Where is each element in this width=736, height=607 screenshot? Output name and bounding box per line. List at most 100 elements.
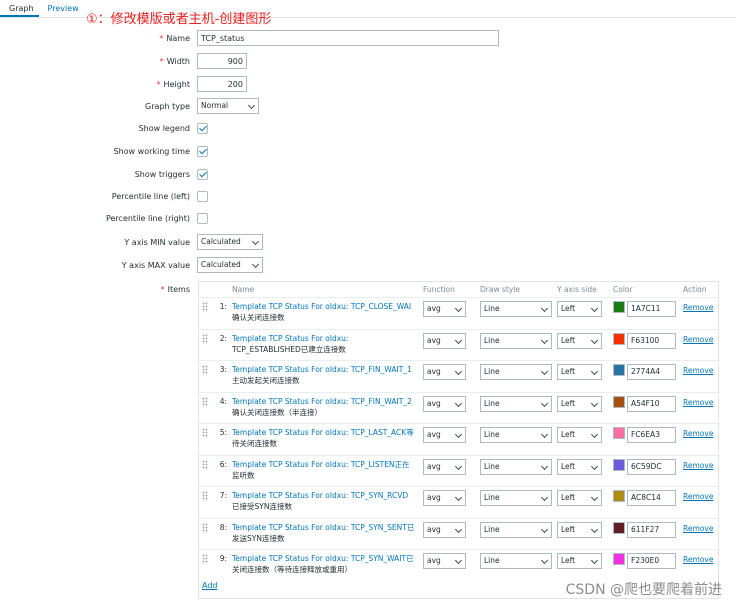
remove-link[interactable]: Remove: [683, 429, 713, 438]
graph-type-select[interactable]: Normal: [197, 98, 259, 114]
remove-link[interactable]: Remove: [683, 555, 713, 564]
draw-style-select[interactable]: Line: [480, 490, 552, 506]
draw-style-select[interactable]: Line: [480, 301, 552, 317]
color-input[interactable]: FC6EA3: [627, 427, 676, 443]
function-select[interactable]: avg: [423, 395, 466, 412]
color-swatch[interactable]: [613, 301, 625, 313]
height-row: * Height: [0, 76, 736, 94]
table-row: 4: Template TCP Status For oldxu: TCP_FIN…: [199, 391, 718, 423]
show-triggers-checkbox[interactable]: [197, 169, 208, 180]
col-name-header: Name: [232, 285, 255, 294]
row-index: 3:: [219, 365, 227, 374]
remove-link[interactable]: Remove: [683, 492, 713, 501]
color-swatch[interactable]: [613, 427, 625, 439]
tab-preview[interactable]: Preview: [39, 0, 84, 17]
item-name-link[interactable]: Template TCP Status For oldxu: TCP_FIN_W…: [232, 364, 418, 386]
item-name-link[interactable]: Template TCP Status For oldxu: TCP_SYN_W…: [232, 553, 418, 575]
function-select[interactable]: avg: [423, 301, 466, 317]
color-swatch[interactable]: [613, 395, 625, 408]
show-working-time-checkbox[interactable]: [197, 146, 208, 157]
color-input[interactable]: A54F10: [627, 395, 676, 412]
y-axis-side-select[interactable]: Left: [557, 395, 602, 412]
color-input[interactable]: F230E0: [627, 553, 676, 569]
item-name-link[interactable]: Template TCP Status For oldxu: TCP_SYN_S…: [232, 522, 418, 544]
draw-style-select[interactable]: Line: [480, 427, 552, 443]
item-name-link[interactable]: Template TCP Status For oldxu: TCP_SYN_R…: [232, 490, 418, 512]
y-axis-side-select[interactable]: Left: [557, 364, 602, 380]
show-legend-checkbox[interactable]: [197, 123, 208, 134]
color-input[interactable]: 6C59DC: [627, 458, 676, 475]
item-name-link[interactable]: Template TCP Status For oldxu: TCP_LISTE…: [232, 459, 418, 481]
draw-style-select[interactable]: Line: [480, 332, 552, 349]
chevron-down-icon: [454, 462, 463, 470]
color-swatch[interactable]: [613, 364, 625, 376]
function-select[interactable]: avg: [423, 427, 466, 443]
draw-style-select[interactable]: Line: [480, 553, 552, 569]
percentile-left-label: Percentile line (left): [111, 192, 190, 201]
draw-style-select[interactable]: Line: [480, 395, 552, 412]
drag-handle-icon[interactable]: [202, 491, 208, 501]
chevron-down-icon: [590, 336, 599, 344]
chevron-down-icon: [590, 525, 599, 533]
remove-link[interactable]: Remove: [683, 366, 713, 375]
percentile-right-checkbox[interactable]: [197, 213, 208, 224]
y-axis-side-select[interactable]: Left: [557, 301, 602, 317]
drag-handle-icon[interactable]: [202, 428, 208, 438]
drag-handle-icon[interactable]: [202, 333, 208, 344]
y-max-select[interactable]: Calculated: [197, 257, 263, 273]
y-min-select[interactable]: Calculated: [197, 234, 263, 250]
y-axis-side-select[interactable]: Left: [557, 490, 602, 506]
item-name-link[interactable]: Template TCP Status For oldxu: TCP_CLOSE…: [232, 301, 418, 323]
draw-style-select[interactable]: Line: [480, 364, 552, 380]
tab-graph[interactable]: Graph: [0, 0, 39, 17]
color-swatch[interactable]: [613, 490, 625, 502]
color-swatch[interactable]: [613, 521, 625, 534]
drag-handle-icon[interactable]: [202, 365, 208, 375]
chevron-down-icon: [540, 367, 549, 376]
color-swatch[interactable]: [613, 458, 625, 471]
item-name-link[interactable]: Template TCP Status For oldxu: TCP_LAST_…: [232, 427, 418, 449]
color-input[interactable]: 1A7C11: [627, 301, 676, 317]
height-input[interactable]: [197, 76, 247, 92]
name-input[interactable]: [197, 30, 499, 46]
item-name-link[interactable]: Template TCP Status For oldxu: TCP_ESTABL…: [232, 333, 418, 355]
function-select[interactable]: avg: [423, 458, 466, 475]
y-axis-side-select[interactable]: Left: [557, 521, 602, 538]
show-triggers-row: Show triggers: [0, 166, 736, 184]
y-axis-side-select[interactable]: Left: [557, 458, 602, 475]
graph-type-label: Graph type: [145, 102, 190, 111]
draw-style-select[interactable]: Line: [480, 521, 552, 538]
row-index: 4:: [219, 396, 227, 406]
color-input[interactable]: 2774A4: [627, 364, 676, 380]
table-row: 2: Template TCP Status For oldxu: TCP_ESTA…: [199, 328, 718, 360]
color-input[interactable]: F63100: [627, 332, 676, 349]
remove-link[interactable]: Remove: [683, 303, 713, 312]
percentile-left-checkbox[interactable]: [197, 191, 208, 202]
drag-handle-icon[interactable]: [202, 522, 208, 533]
color-swatch[interactable]: [613, 553, 625, 565]
chevron-down-icon: [540, 336, 549, 344]
drag-handle-icon[interactable]: [202, 554, 208, 564]
color-swatch[interactable]: [613, 332, 625, 345]
item-name-link[interactable]: Template TCP Status For oldxu: TCP_FIN_W…: [232, 396, 418, 418]
remove-link[interactable]: Remove: [683, 335, 713, 344]
remove-link[interactable]: Remove: [683, 461, 713, 470]
add-item-link[interactable]: Add: [202, 581, 218, 590]
remove-link[interactable]: Remove: [683, 398, 713, 407]
y-axis-side-select[interactable]: Left: [557, 553, 602, 569]
color-input[interactable]: 611F27: [627, 521, 676, 538]
function-select[interactable]: avg: [423, 521, 466, 538]
function-select[interactable]: avg: [423, 364, 466, 380]
y-axis-side-select[interactable]: Left: [557, 332, 602, 349]
drag-handle-icon[interactable]: [202, 396, 208, 407]
drag-handle-icon[interactable]: [202, 302, 208, 312]
function-select[interactable]: avg: [423, 332, 466, 349]
color-input[interactable]: AC8C14: [627, 490, 676, 506]
width-input[interactable]: [197, 53, 247, 69]
drag-handle-icon[interactable]: [202, 459, 208, 470]
function-select[interactable]: avg: [423, 553, 466, 569]
draw-style-select[interactable]: Line: [480, 458, 552, 475]
remove-link[interactable]: Remove: [683, 524, 713, 533]
function-select[interactable]: avg: [423, 490, 466, 506]
y-axis-side-select[interactable]: Left: [557, 427, 602, 443]
